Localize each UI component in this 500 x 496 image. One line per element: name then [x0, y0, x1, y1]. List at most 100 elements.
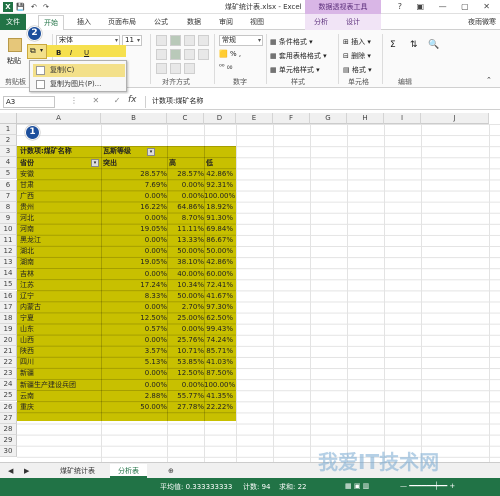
high-cell[interactable]: 2.70% [167, 302, 204, 313]
low-cell[interactable]: 97.30% [204, 302, 233, 313]
percent-style-icon[interactable]: 🟨 % , [219, 50, 241, 58]
province-cell[interactable]: 甘肃 [20, 180, 34, 191]
pivot-row[interactable]: 山西 0.00% 25.76% 74.24% [17, 335, 236, 346]
pivot-row[interactable]: 江苏 17.24% 10.34% 72.41% [17, 280, 236, 291]
row-header[interactable]: 17 [0, 301, 17, 313]
increase-indent-icon[interactable] [170, 63, 181, 74]
low-cell[interactable]: 41.67% [204, 291, 233, 302]
paste-icon[interactable] [8, 38, 22, 52]
row-header[interactable]: 3 [0, 146, 17, 158]
merge-center-icon[interactable] [184, 63, 195, 74]
tab-view[interactable]: 视图 [250, 17, 264, 27]
column-header[interactable]: F [273, 113, 310, 124]
province-cell[interactable]: 内蒙古 [20, 302, 41, 313]
column-header[interactable]: E [236, 113, 273, 124]
low-cell[interactable]: 99.43% [204, 324, 233, 335]
view-buttons[interactable]: ▦ ▣ ▥ [345, 482, 369, 490]
pivot-row[interactable]: 宁夏 12.50% 25.00% 62.50% [17, 313, 236, 324]
high-cell[interactable]: 11.11% [167, 224, 204, 235]
cell-styles-button[interactable]: ▦ 单元格样式 ▾ [270, 65, 320, 75]
high-cell[interactable]: 27.78% [167, 402, 204, 413]
high-cell[interactable]: 38.10% [167, 257, 204, 268]
low-cell[interactable]: 42.86% [204, 169, 233, 180]
row-header[interactable]: 9 [0, 212, 17, 224]
pivot-row[interactable]: 辽宁 8.33% 50.00% 41.67% [17, 291, 236, 302]
tab-insert[interactable]: 插入 [77, 17, 91, 27]
row-header[interactable]: 4 [0, 157, 17, 169]
formula-input[interactable]: 计数项:煤矿名称 [145, 96, 497, 108]
high-cell[interactable]: 8.70% [167, 213, 204, 224]
low-cell[interactable]: 62.50% [204, 313, 233, 324]
province-cell[interactable]: 广西 [20, 191, 34, 202]
low-cell[interactable]: 50.00% [204, 246, 233, 257]
column-header[interactable]: G [310, 113, 347, 124]
outburst-cell[interactable]: 8.33% [101, 291, 167, 302]
row-header[interactable]: 11 [0, 235, 17, 247]
orientation-icon[interactable] [198, 35, 209, 46]
high-cell[interactable]: 0.00% [167, 324, 204, 335]
high-cell[interactable]: 50.00% [167, 291, 204, 302]
user-name[interactable]: 夜雨微寒 [468, 17, 496, 27]
outburst-cell[interactable]: 0.00% [101, 246, 167, 257]
high-cell[interactable]: 13.33% [167, 235, 204, 246]
tab-home[interactable]: 开始 [38, 15, 64, 30]
autosum-icon[interactable]: Σ [390, 40, 396, 50]
align-center-icon[interactable] [170, 49, 181, 60]
province-cell[interactable]: 黑龙江 [20, 235, 41, 246]
delete-cells-button[interactable]: ⊟ 删除 ▾ [343, 51, 371, 61]
outburst-cell[interactable]: 12.50% [101, 313, 167, 324]
pivot-row[interactable]: 吉林 0.00% 40.00% 60.00% [17, 269, 236, 280]
pivot-row[interactable]: 山东 0.57% 0.00% 99.43% [17, 324, 236, 335]
pivot-row-field[interactable]: 省份 [20, 158, 34, 169]
province-cell[interactable]: 贵州 [20, 202, 34, 213]
tab-data[interactable]: 数据 [187, 17, 201, 27]
outburst-cell[interactable]: 0.00% [101, 235, 167, 246]
row-header[interactable]: 10 [0, 223, 17, 235]
row-header[interactable]: 13 [0, 257, 17, 269]
pivot-row[interactable]: 安徽 28.57% 28.57% 42.86% [17, 169, 236, 180]
outburst-cell[interactable]: 0.00% [101, 368, 167, 379]
conditional-format-button[interactable]: ▦ 条件格式 ▾ [270, 37, 313, 47]
province-cell[interactable]: 新疆生产建设兵团 [20, 380, 76, 391]
low-cell[interactable]: 69.84% [204, 224, 233, 235]
column-header[interactable]: D [204, 113, 236, 124]
high-cell[interactable]: 0.00% [167, 191, 204, 202]
tab-review[interactable]: 审阅 [219, 17, 233, 27]
insert-cells-button[interactable]: ⊞ 插入 ▾ [343, 37, 371, 47]
copy-button[interactable]: ⧉ ▾ [27, 44, 47, 59]
pivot-row[interactable]: 河南 19.05% 11.11% 69.84% [17, 224, 236, 235]
outburst-cell[interactable]: 0.00% [101, 213, 167, 224]
outburst-cell[interactable]: 0.00% [101, 335, 167, 346]
row-header[interactable]: 12 [0, 246, 17, 258]
bold-button[interactable]: B [56, 49, 61, 57]
pivot-row[interactable]: 湖北 0.00% 50.00% 50.00% [17, 246, 236, 257]
row-header[interactable]: 18 [0, 312, 17, 324]
row-header[interactable]: 20 [0, 334, 17, 346]
tab-scroll-right-icon[interactable]: ▶ [20, 464, 33, 478]
italic-button[interactable]: I [70, 49, 72, 57]
pivot-value-field[interactable]: 计数项:煤矿名称 [20, 146, 72, 157]
paste-button-label[interactable]: 粘贴 [7, 56, 21, 66]
high-cell[interactable]: 25.00% [167, 313, 204, 324]
find-select-icon[interactable]: 🔍 [428, 40, 439, 50]
row-header[interactable]: 1 [0, 124, 17, 136]
outburst-cell[interactable]: 7.69% [101, 180, 167, 191]
outburst-cell[interactable]: 19.05% [101, 257, 167, 268]
column-header[interactable]: H [347, 113, 384, 124]
row-header[interactable]: 6 [0, 179, 17, 191]
high-cell[interactable]: 10.71% [167, 346, 204, 357]
row-header[interactable]: 28 [0, 423, 17, 435]
insert-function-button[interactable]: fx [128, 95, 137, 105]
province-cell[interactable]: 安徽 [20, 169, 34, 180]
align-left-icon[interactable] [156, 49, 167, 60]
row-header[interactable]: 27 [0, 412, 17, 424]
add-sheet-icon[interactable]: ⊕ [160, 464, 182, 478]
number-format-combo[interactable]: 常规 ▾ [219, 35, 263, 46]
outburst-cell[interactable]: 5.13% [101, 357, 167, 368]
province-cell[interactable]: 山西 [20, 335, 34, 346]
row-header[interactable]: 22 [0, 357, 17, 369]
row-header[interactable]: 19 [0, 323, 17, 335]
high-cell[interactable]: 25.76% [167, 335, 204, 346]
pivot-row[interactable]: 甘肃 7.69% 0.00% 92.31% [17, 180, 236, 191]
pivot-row[interactable]: 河北 0.00% 8.70% 91.30% [17, 213, 236, 224]
